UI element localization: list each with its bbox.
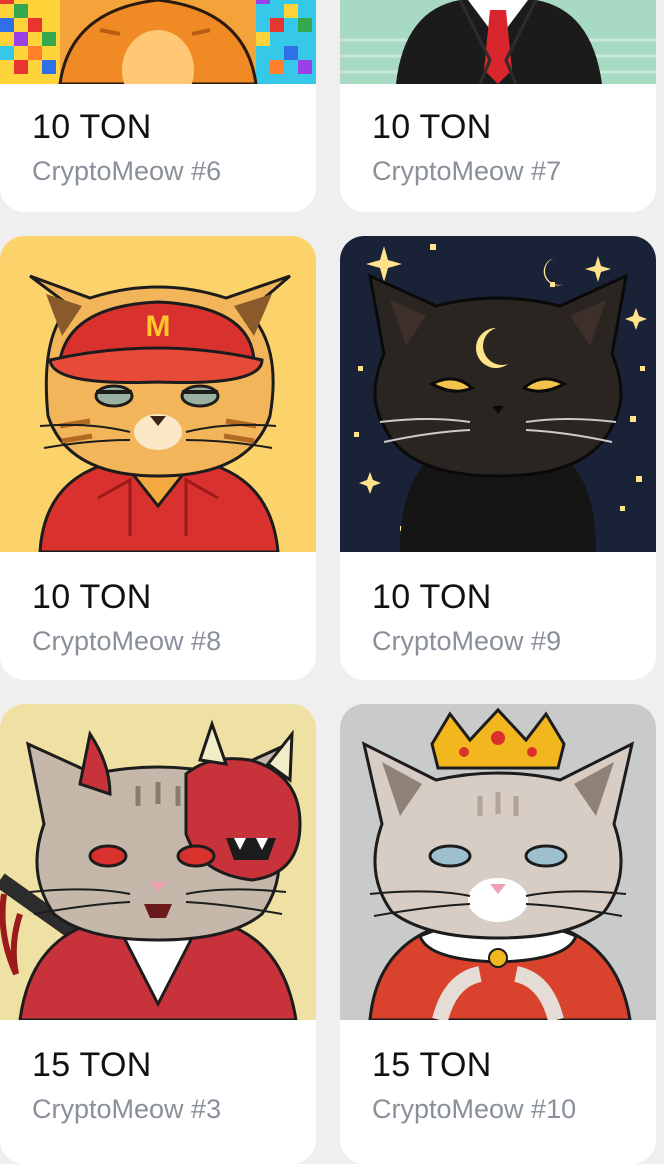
card-name: CryptoMeow #7: [372, 156, 562, 186]
nft-card[interactable]: 10 TON CryptoMeow #9: [340, 236, 656, 680]
card-price: 10 TON: [372, 578, 492, 616]
card-price: 15 TON: [32, 1046, 152, 1084]
nft-image-orange-cat[interactable]: [0, 0, 316, 84]
card-name: CryptoMeow #3: [32, 1094, 222, 1124]
nft-image-suit-cat[interactable]: [340, 0, 656, 84]
card-price: 10 TON: [32, 578, 152, 616]
card-name: CryptoMeow #6: [32, 156, 222, 186]
nft-image-black-moon-cat[interactable]: [340, 236, 656, 552]
card-name: CryptoMeow #10: [372, 1094, 577, 1124]
card-price: 10 TON: [372, 108, 492, 146]
nft-card[interactable]: M 10 TON CryptoMeow #8: [0, 236, 316, 680]
nft-image-samurai-cat[interactable]: [0, 704, 316, 1020]
nft-image-king-cat[interactable]: [340, 704, 656, 1020]
card-price: 15 TON: [372, 1046, 492, 1084]
nft-card[interactable]: 15 TON CryptoMeow #10: [340, 704, 656, 1164]
svg-text:M: M: [146, 310, 171, 343]
card-price: 10 TON: [32, 108, 152, 146]
nft-image-mcdonalds-cat[interactable]: M: [0, 236, 316, 552]
card-name: CryptoMeow #8: [32, 626, 222, 656]
nft-card[interactable]: 15 TON CryptoMeow #3: [0, 704, 316, 1164]
card-name: CryptoMeow #9: [372, 626, 562, 656]
nft-card[interactable]: 10 TON CryptoMeow #6: [0, 0, 316, 212]
nft-card[interactable]: 10 TON CryptoMeow #7: [340, 0, 656, 212]
